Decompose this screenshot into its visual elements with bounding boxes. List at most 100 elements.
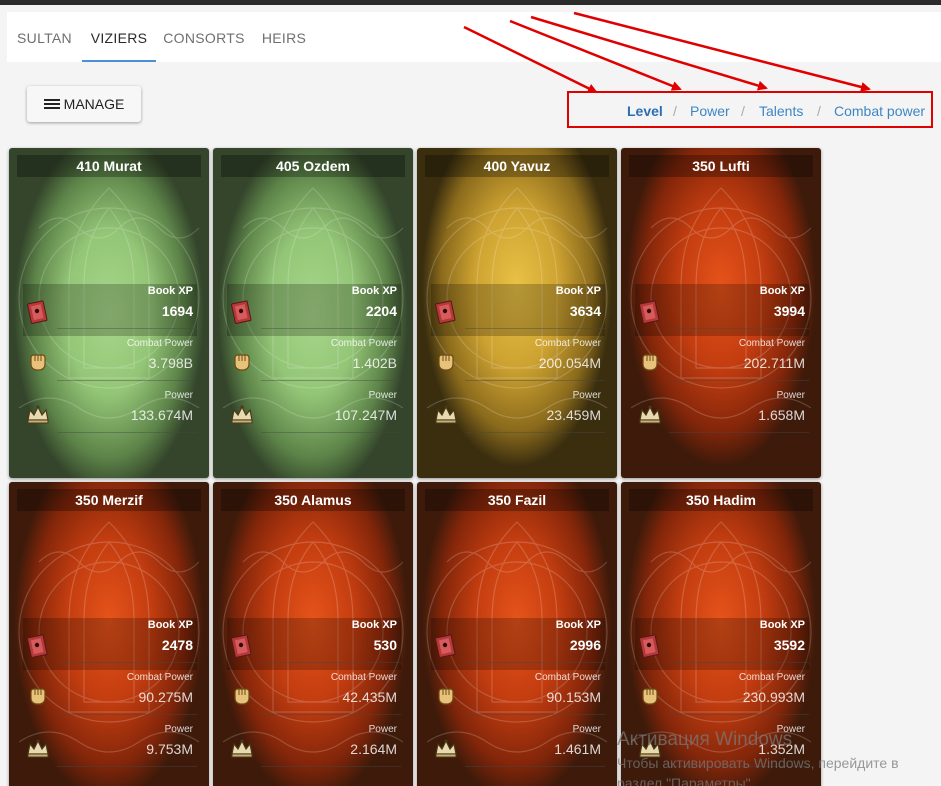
combat-power-value: 1.402B <box>352 355 397 371</box>
stat-divider <box>261 662 401 663</box>
vizier-card-6[interactable]: 350 Fazil Book XP 2996 Combat Power 90.1… <box>417 482 617 786</box>
book-xp-value: 1694 <box>161 303 193 319</box>
vizier-title: 350 Fazil <box>425 489 609 511</box>
combat-power-value: 230.993M <box>742 689 805 705</box>
crown-icon <box>27 739 49 758</box>
book-xp-label: Book XP <box>351 285 397 297</box>
crown-icon <box>231 739 253 758</box>
power-value: 107.247M <box>334 407 397 423</box>
stat-divider <box>261 714 401 715</box>
book-xp-label: Book XP <box>759 285 805 297</box>
stat-divider <box>57 662 197 663</box>
manage-button[interactable]: MANAGE <box>27 86 141 122</box>
book-xp-value: 530 <box>373 637 397 653</box>
combat-power-label: Combat Power <box>738 338 805 349</box>
book-xp-label: Book XP <box>147 619 193 631</box>
vizier-card-2[interactable]: 400 Yavuz Book XP 3634 Combat Power 200.… <box>417 148 617 478</box>
stat-divider <box>669 662 809 663</box>
book-xp-label: Book XP <box>147 285 193 297</box>
power-label: Power <box>164 724 193 735</box>
vizier-title: 350 Merzif <box>17 489 201 511</box>
manage-label: MANAGE <box>63 96 125 112</box>
book-xp-value: 3634 <box>569 303 601 319</box>
power-value: 1.461M <box>554 741 601 757</box>
crown-icon <box>27 405 49 424</box>
fist-icon <box>234 354 250 371</box>
book-icon <box>639 300 660 324</box>
book-icon <box>27 300 48 324</box>
sort-separator: / <box>817 103 821 119</box>
tab-label: HEIRS <box>261 30 307 46</box>
tab-sultan[interactable]: SULTAN <box>7 12 82 62</box>
vizier-title: 350 Hadim <box>629 489 813 511</box>
fist-icon <box>234 688 250 705</box>
stat-divider <box>465 662 605 663</box>
book-xp-value: 2478 <box>161 637 193 653</box>
power-value: 1.658M <box>758 407 805 423</box>
power-label: Power <box>164 390 193 401</box>
vizier-title: 350 Alamus <box>221 489 405 511</box>
fist-icon <box>642 688 658 705</box>
fist-icon <box>30 354 46 371</box>
stat-divider <box>57 714 197 715</box>
stat-divider <box>57 766 197 767</box>
vizier-title: 410 Murat <box>17 155 201 177</box>
book-xp-value: 2204 <box>365 303 397 319</box>
stat-divider <box>669 380 809 381</box>
power-value: 23.459M <box>546 407 601 423</box>
tab-label: SULTAN <box>17 30 72 46</box>
tab-heirs[interactable]: HEIRS <box>252 12 316 62</box>
book-icon <box>27 634 48 658</box>
stat-divider <box>261 328 401 329</box>
combat-power-value: 42.435M <box>342 689 397 705</box>
vizier-card-3[interactable]: 350 Lufti Book XP 3994 Combat Power 202.… <box>621 148 821 478</box>
book-xp-label: Book XP <box>555 619 601 631</box>
active-tab-indicator <box>82 60 156 62</box>
sort-combat-power-link[interactable]: Combat power <box>834 103 925 119</box>
book-xp-label: Book XP <box>759 619 805 631</box>
book-xp-value: 3994 <box>773 303 805 319</box>
power-value: 9.753M <box>146 741 193 757</box>
combat-power-label: Combat Power <box>738 672 805 683</box>
book-xp-value: 3592 <box>773 637 805 653</box>
stat-divider <box>57 380 197 381</box>
menu-icon <box>43 98 60 110</box>
stat-divider <box>669 328 809 329</box>
sort-talents-link[interactable]: Talents <box>759 103 803 119</box>
fist-icon <box>642 354 658 371</box>
vizier-card-0[interactable]: 410 Murat Book XP 1694 Combat Power 3.79… <box>9 148 209 478</box>
tab-consorts[interactable]: CONSORTS <box>156 12 252 62</box>
top-bar <box>0 0 941 5</box>
sort-power-link[interactable]: Power <box>690 103 730 119</box>
tab-label: VIZIERS <box>90 30 148 46</box>
crown-icon <box>435 739 457 758</box>
stat-divider <box>57 328 197 329</box>
vizier-card-1[interactable]: 405 Ozdem Book XP 2204 Combat Power 1.40… <box>213 148 413 478</box>
combat-power-value: 90.153M <box>546 689 601 705</box>
combat-power-label: Combat Power <box>534 672 601 683</box>
power-label: Power <box>368 390 397 401</box>
stat-divider <box>465 432 605 433</box>
tab-viziers[interactable]: VIZIERS <box>82 12 156 62</box>
power-label: Power <box>572 390 601 401</box>
vizier-card-4[interactable]: 350 Merzif Book XP 2478 Combat Power 90.… <box>9 482 209 786</box>
sort-separator: / <box>741 103 745 119</box>
combat-power-value: 90.275M <box>138 689 193 705</box>
book-icon <box>435 300 456 324</box>
sort-level-link[interactable]: Level <box>627 103 663 119</box>
book-xp-label: Book XP <box>555 285 601 297</box>
vizier-card-5[interactable]: 350 Alamus Book XP 530 Combat Power 42.4… <box>213 482 413 786</box>
combat-power-label: Combat Power <box>534 338 601 349</box>
combat-power-label: Combat Power <box>126 338 193 349</box>
combat-power-label: Combat Power <box>330 338 397 349</box>
power-value: 2.164M <box>350 741 397 757</box>
fist-icon <box>30 688 46 705</box>
crown-icon <box>639 405 661 424</box>
tab-bar: SULTAN VIZIERS CONSORTS HEIRS <box>7 12 941 62</box>
windows-activation-title: Активация Windows <box>617 729 793 750</box>
book-xp-value: 2996 <box>569 637 601 653</box>
fist-icon <box>438 688 454 705</box>
book-icon <box>435 634 456 658</box>
book-icon <box>639 634 660 658</box>
stat-divider <box>669 432 809 433</box>
